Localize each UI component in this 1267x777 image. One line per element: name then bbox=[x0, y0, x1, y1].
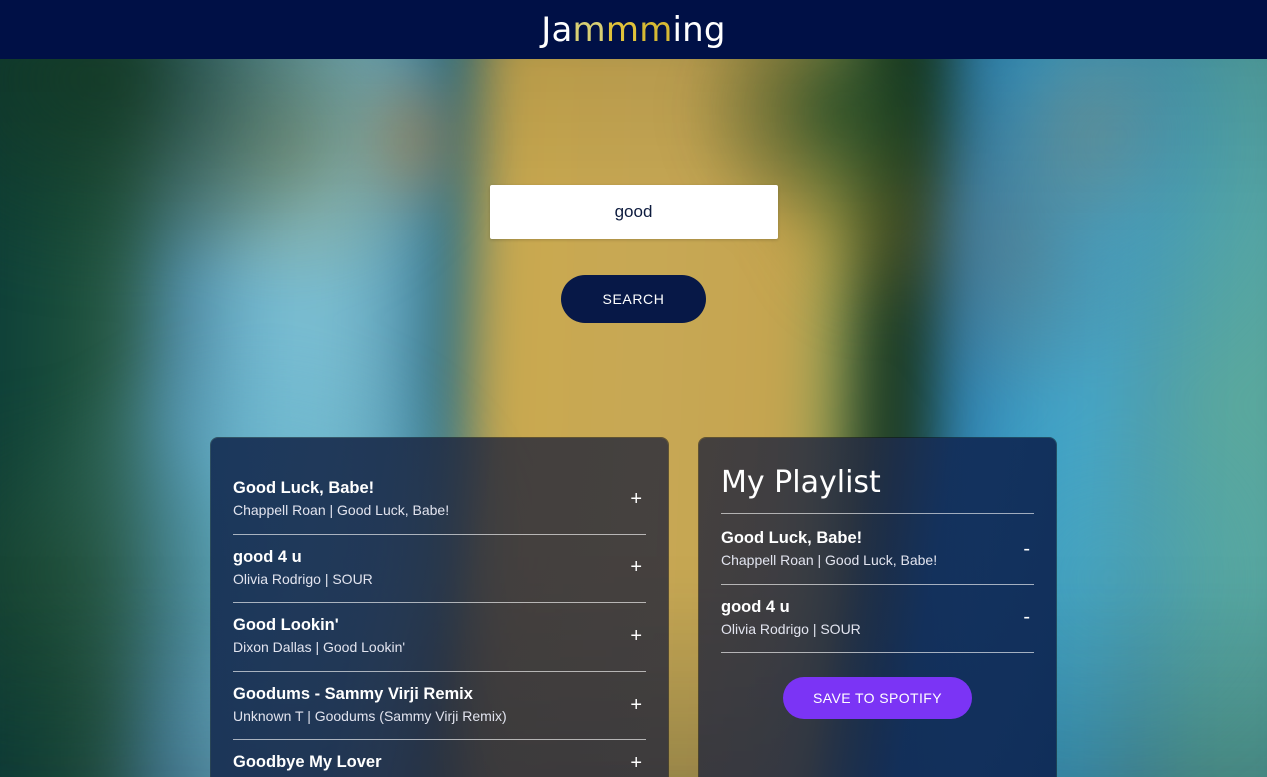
track-title: Good Luck, Babe! bbox=[721, 529, 863, 547]
brand-part-5: ing bbox=[672, 9, 726, 50]
track-artist-album: Chappell Roan | Good Luck, Babe! bbox=[233, 502, 450, 519]
track-artist-album: Olivia Rodrigo | SOUR bbox=[721, 620, 861, 637]
track-artist-album: Dixon Dallas | Good Lookin' bbox=[233, 639, 406, 656]
track-title: Goodbye My Lover bbox=[233, 753, 382, 772]
add-track-button[interactable]: + bbox=[626, 489, 646, 509]
track-info: Good Lookin' Dixon Dallas | Good Lookin' bbox=[233, 615, 405, 657]
brand-part-1: Ja bbox=[541, 9, 573, 50]
add-track-button[interactable]: + bbox=[626, 695, 646, 715]
track-row: Good Lookin' Dixon Dallas | Good Lookin' + bbox=[233, 603, 646, 672]
track-artist-album: Olivia Rodrigo | SOUR bbox=[233, 570, 373, 587]
search-results-inner: Good Luck, Babe! Chappell Roan | Good Luc… bbox=[211, 438, 668, 777]
track-row: Good Luck, Babe! Chappell Roan | Good Luc… bbox=[233, 466, 646, 535]
track-title: Good Luck, Babe! bbox=[233, 479, 375, 497]
track-info: good 4 u Olivia Rodrigo | SOUR bbox=[721, 597, 861, 639]
search-button[interactable]: SEARCH bbox=[561, 275, 706, 323]
brand-part-2: m bbox=[572, 9, 606, 50]
track-row: Good Luck, Babe! Chappell Roan | Good Luc… bbox=[721, 516, 1034, 585]
track-info: Goodums - Sammy Virji Remix Unknown T | G… bbox=[233, 684, 507, 726]
playlist-inner: My Playlist Good Luck, Babe! Chappell Roa… bbox=[699, 438, 1056, 777]
playlist-track-list: Good Luck, Babe! Chappell Roan | Good Luc… bbox=[721, 516, 1034, 654]
track-info: good 4 u Olivia Rodrigo | SOUR bbox=[233, 547, 373, 589]
brand-part-3: m bbox=[605, 9, 640, 50]
track-row: Goodbye My Lover + bbox=[233, 740, 646, 777]
brand-part-4: m bbox=[639, 9, 673, 50]
app-root: Jammming SEARCH Good Luck, Babe!Chappell… bbox=[0, 0, 1267, 777]
brand-logo: Jammming bbox=[541, 13, 725, 47]
add-track-button[interactable]: + bbox=[626, 753, 646, 773]
save-button-wrap: SAVE TO SPOTIFY bbox=[721, 677, 1034, 720]
track-info: Good Luck, Babe! Chappell Roan | Good Luc… bbox=[721, 528, 937, 570]
panels-row: Good Luck, Babe! Chappell Roan | Good Luc… bbox=[0, 438, 1267, 777]
search-input[interactable] bbox=[489, 185, 778, 239]
search-area: SEARCH bbox=[0, 59, 1267, 323]
remove-track-button[interactable]: - bbox=[1019, 539, 1034, 559]
track-title: Goodums - Sammy Virji Remix bbox=[233, 684, 473, 703]
remove-track-button[interactable]: - bbox=[1019, 607, 1034, 627]
app-header: Jammming bbox=[0, 0, 1267, 59]
track-row: Goodums - Sammy Virji Remix Unknown T | G… bbox=[233, 672, 646, 741]
track-row: good 4 u Olivia Rodrigo | SOUR - bbox=[721, 585, 1034, 654]
track-title: Good Lookin' bbox=[233, 616, 339, 635]
track-title: good 4 u bbox=[721, 597, 790, 616]
track-title: good 4 u bbox=[233, 547, 302, 566]
add-track-button[interactable]: + bbox=[626, 557, 646, 577]
save-to-spotify-button[interactable]: SAVE TO SPOTIFY bbox=[783, 677, 972, 720]
track-info: Good Luck, Babe! Chappell Roan | Good Luc… bbox=[233, 478, 449, 520]
track-artist-album: Unknown T | Goodums (Sammy Virji Remix) bbox=[233, 707, 507, 724]
track-row: good 4 u Olivia Rodrigo | SOUR + bbox=[233, 535, 646, 604]
playlist-title: My Playlist bbox=[721, 466, 1034, 514]
track-info: Goodbye My Lover bbox=[233, 752, 382, 773]
add-track-button[interactable]: + bbox=[626, 626, 646, 646]
track-artist-album: Chappell Roan | Good Luck, Babe! bbox=[721, 552, 938, 569]
search-results-list: Good Luck, Babe! Chappell Roan | Good Luc… bbox=[233, 466, 646, 777]
playlist-panel: My Playlist Good Luck, Babe! Chappell Roa… bbox=[699, 438, 1056, 777]
search-results-panel: Good Luck, Babe! Chappell Roan | Good Luc… bbox=[211, 438, 668, 777]
